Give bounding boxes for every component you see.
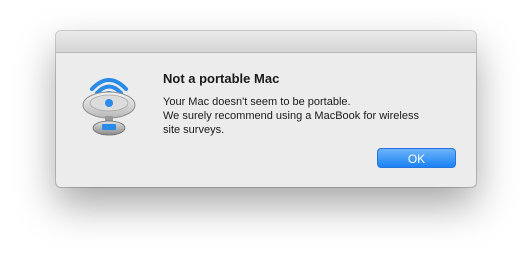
dialog-title: Not a portable Mac bbox=[163, 71, 280, 86]
dialog-message: Your Mac doesn't seem to be portable. We… bbox=[163, 95, 463, 137]
title-bar[interactable] bbox=[56, 31, 476, 53]
ok-button[interactable]: OK bbox=[377, 148, 456, 168]
wifi-dish-icon bbox=[82, 78, 136, 136]
screen: Not a portable Mac Your Mac doesn't seem… bbox=[0, 0, 532, 268]
alert-dialog: Not a portable Mac Your Mac doesn't seem… bbox=[56, 31, 476, 187]
message-line: Your Mac doesn't seem to be portable. bbox=[163, 96, 351, 108]
message-line: We surely recommend using a MacBook for … bbox=[163, 110, 419, 122]
message-line: site surveys. bbox=[163, 124, 225, 136]
